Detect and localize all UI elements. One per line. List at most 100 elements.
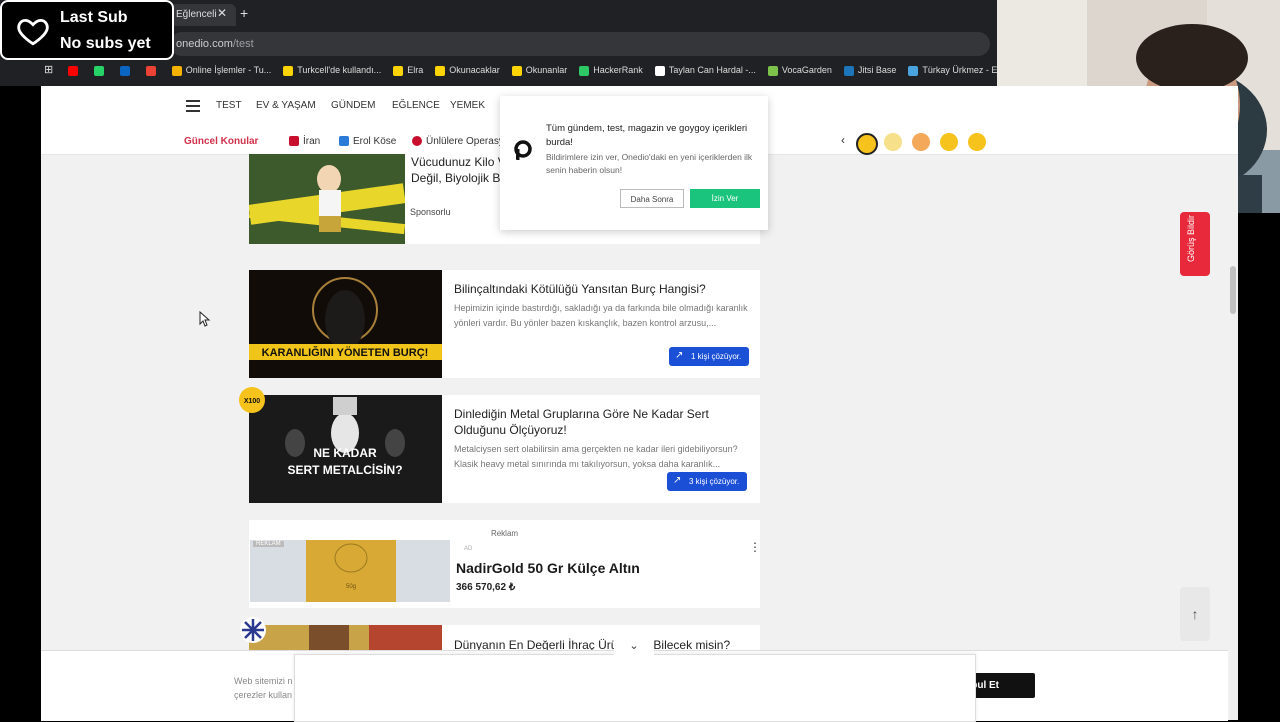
- bookmark-icon: [283, 65, 294, 76]
- quiz-thumbnail: KARANLIĞINI YÖNETEN BURÇ!: [249, 270, 442, 378]
- notification-body: Bildirimlere izin ver, Onedio'daki en ye…: [546, 152, 753, 175]
- emoji-reaction-3-icon[interactable]: [912, 133, 930, 151]
- card-description: Metalciysen sert olabilirsin ama gerçekt…: [454, 444, 738, 469]
- bookmark-icon: [67, 65, 78, 76]
- ad-thumbnail: 50g: [250, 540, 450, 602]
- nav-item-yemek[interactable]: YEMEK: [450, 100, 485, 111]
- emoji-reaction-1-icon[interactable]: [856, 133, 878, 155]
- more-options-icon[interactable]: ⋮: [749, 540, 761, 554]
- mouse-cursor-icon: [199, 311, 211, 327]
- chevron-down-icon[interactable]: ⌄: [614, 636, 654, 656]
- bookmark-item[interactable]: Online İşlemler - Tu...: [171, 60, 272, 80]
- bookmark-item[interactable]: Okunacaklar: [435, 60, 500, 80]
- topic-erol-kose[interactable]: Erol Köse: [339, 136, 396, 147]
- bookmark-item[interactable]: Okunanlar: [511, 60, 568, 80]
- last-sub-title: Last Sub: [60, 9, 128, 26]
- ad-card[interactable]: Reklam 50g REKLAM AD ⋮ NadirGold 50 Gr K…: [249, 520, 761, 608]
- bottom-ad-panel: [294, 654, 976, 722]
- bookmark-label: Elra: [407, 65, 424, 75]
- ad-title[interactable]: NadirGold 50 Gr Külçe Altın: [456, 560, 640, 576]
- bookmark-item[interactable]: HackerRank: [579, 60, 643, 80]
- bookmark-icon: [119, 65, 130, 76]
- emoji-sad-icon[interactable]: [968, 133, 986, 151]
- trending-up-icon: ↗: [673, 475, 682, 486]
- thumbnail-banner-line2: SERT METALCİSİN?: [287, 462, 402, 477]
- bookmark-item[interactable]: [93, 60, 108, 80]
- bookmark-icon: [145, 65, 156, 76]
- card-title[interactable]: Bilinçaltındaki Kötülüğü Yansıtan Burç H…: [454, 281, 706, 297]
- bookmark-icon: [843, 65, 854, 76]
- bookmark-item[interactable]: [145, 60, 160, 80]
- emoji-love-icon[interactable]: [940, 133, 958, 151]
- new-tab-icon[interactable]: +: [240, 5, 248, 21]
- url-text: onedio.com/test: [176, 38, 254, 50]
- topic-unlulere-icon: [412, 136, 422, 147]
- scrollbar-thumb[interactable]: [1230, 266, 1236, 314]
- emoji-reaction-2-icon[interactable]: [884, 133, 902, 151]
- bookmark-label: HackerRank: [593, 65, 643, 75]
- topic-iran-icon: [289, 136, 299, 147]
- scroll-to-top-button[interactable]: ↑: [1180, 587, 1210, 641]
- hamburger-menu-icon[interactable]: [186, 100, 200, 115]
- sponsored-thumbnail: [249, 154, 405, 244]
- nav-item-test[interactable]: TEST: [216, 100, 242, 111]
- topic-unlulere-operasyon[interactable]: Ünlülere Operasy: [412, 136, 504, 147]
- topic-iran[interactable]: İran: [289, 136, 320, 147]
- x100-badge-icon: X100: [239, 387, 265, 413]
- ad-label: Reklam: [490, 529, 519, 538]
- bookmark-label: Okunanlar: [525, 65, 568, 75]
- bookmark-label: Jitsi Base: [857, 65, 897, 75]
- bookmark-icon: [93, 65, 104, 76]
- card-title[interactable]: Vücudunuz Kilo V Değil, Biyolojik Bi: [411, 154, 506, 186]
- bookmark-item[interactable]: Türkay Ürkmez - Ev...: [908, 60, 999, 80]
- apps-icon[interactable]: ⊞: [44, 60, 53, 80]
- bookmark-icon: [579, 65, 590, 76]
- allow-button[interactable]: İzin Ver: [690, 189, 760, 208]
- nav-item-gundem[interactable]: GÜNDEM: [331, 100, 375, 111]
- nav-item-ev-yasam[interactable]: EV & YAŞAM: [256, 100, 316, 111]
- quiz-card[interactable]: NE KADAR SERT METALCİSİN? Dinlediğin Met…: [249, 395, 760, 503]
- bookmark-item[interactable]: Turkcell'de kullandı...: [283, 60, 381, 80]
- trending-topics-label: Güncel Konular: [184, 136, 259, 147]
- later-button[interactable]: Daha Sonra: [620, 189, 684, 208]
- address-bar[interactable]: [170, 32, 990, 56]
- bookmark-item[interactable]: VocaGarden: [767, 60, 832, 80]
- chevron-left-icon[interactable]: ‹: [841, 133, 845, 147]
- snowflake-badge-icon: [240, 617, 266, 643]
- bookmark-icon: [908, 65, 919, 76]
- close-tab-icon[interactable]: ✕: [217, 6, 227, 20]
- feedback-label: Görüş Bildir: [1186, 214, 1196, 262]
- topic-erol-kose-icon: [339, 136, 349, 147]
- quiz-thumbnail: NE KADAR SERT METALCİSİN?: [249, 395, 442, 503]
- bookmark-item[interactable]: [119, 60, 134, 80]
- svg-text:50g: 50g: [346, 584, 356, 590]
- left-margin: [0, 86, 41, 720]
- bookmark-label: Okunacaklar: [449, 65, 500, 75]
- solving-count-badge[interactable]: ↗ 3 kişi çözüyor.: [667, 472, 748, 491]
- bookmark-icon: [435, 65, 446, 76]
- nav-item-eglence[interactable]: EĞLENCE: [392, 100, 440, 111]
- bookmark-icon: [767, 65, 778, 76]
- bookmark-icon: [393, 65, 404, 76]
- bookmark-icon: [511, 65, 522, 76]
- bookmark-item[interactable]: Elra: [393, 60, 423, 80]
- last-sub-value: No subs yet: [60, 35, 151, 52]
- right-margin: [1238, 213, 1280, 720]
- bookmark-item[interactable]: Taylan Can Hardal -...: [654, 60, 756, 80]
- bookmark-label: Turkcell'de kullandı...: [297, 65, 382, 75]
- notification-title: Tüm gündem, test, magazin ve goygoy içer…: [546, 123, 748, 148]
- notification-permission-popup: Tüm gündem, test, magazin ve goygoy içer…: [500, 96, 768, 230]
- onedio-logo-icon: [512, 140, 534, 162]
- solving-count-badge[interactable]: ↗ 1 kişi çözüyor.: [669, 347, 750, 366]
- bookmark-item[interactable]: [67, 60, 82, 80]
- ad-thumb-tag: REKLAM: [253, 541, 284, 547]
- thumbnail-banner-line1: NE KADAR: [313, 446, 377, 460]
- quiz-card[interactable]: KARANLIĞINI YÖNETEN BURÇ! Bilinçaltındak…: [249, 270, 760, 378]
- card-description: Hepimizin içinde bastırdığı, sakladığı y…: [454, 303, 748, 328]
- bookmark-label: VocaGarden: [781, 65, 832, 75]
- thumbnail-banner: KARANLIĞINI YÖNETEN BURÇ!: [262, 346, 429, 359]
- bookmark-item[interactable]: Jitsi Base: [843, 60, 897, 80]
- cookie-text: Web sitemizi n çerezler kullan: [234, 676, 293, 700]
- bookmark-label: Online İşlemler - Tu...: [185, 65, 272, 75]
- card-title[interactable]: Dinlediğin Metal Gruplarına Göre Ne Kada…: [454, 406, 744, 438]
